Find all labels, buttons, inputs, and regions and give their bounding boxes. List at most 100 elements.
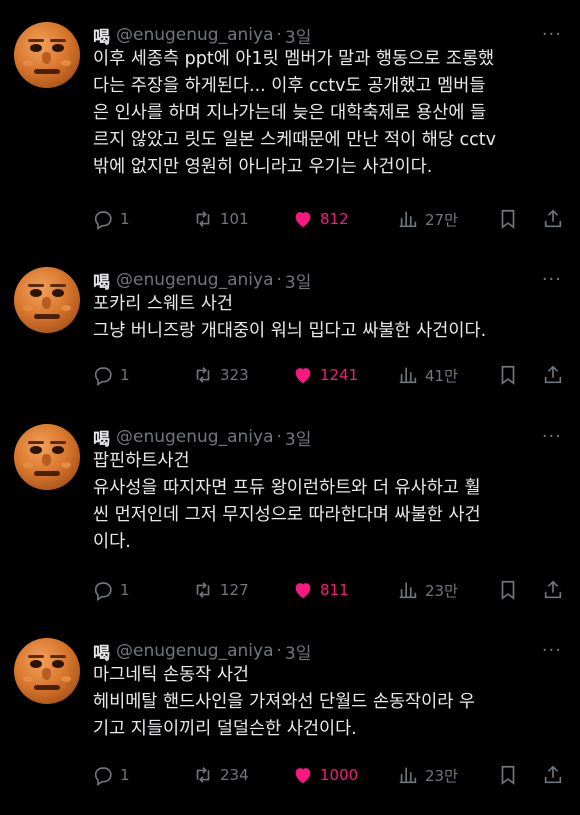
views-button[interactable]: 27만 bbox=[397, 208, 458, 230]
bookmark-button[interactable] bbox=[497, 579, 525, 601]
retweet-count: 127 bbox=[220, 581, 249, 599]
views-icon bbox=[399, 767, 417, 784]
share-button[interactable] bbox=[542, 208, 570, 230]
user-handle[interactable]: @enugenug_aniya bbox=[116, 641, 274, 661]
views-icon bbox=[399, 367, 417, 384]
views-button[interactable]: 41만 bbox=[397, 364, 458, 386]
like-button[interactable]: 811 bbox=[292, 579, 349, 601]
views-icon bbox=[399, 582, 417, 599]
like-count: 1241 bbox=[320, 366, 359, 384]
tweet-feed: 喝 @enugenug_aniya · 3일 ··· 이후 세종측 ppt에 아… bbox=[0, 0, 580, 815]
like-count: 1000 bbox=[320, 766, 359, 784]
reply-icon bbox=[94, 211, 112, 230]
retweet-icon bbox=[196, 211, 210, 227]
retweet-count: 234 bbox=[220, 766, 249, 784]
retweet-button[interactable]: 323 bbox=[192, 364, 249, 386]
timestamp[interactable]: 3일 bbox=[285, 639, 311, 664]
tweet-text-line: 은 인사를 하며 지나가는데 늦은 대학축제로 용산에 들 bbox=[93, 103, 487, 123]
view-count: 23만 bbox=[425, 766, 458, 785]
separator-dot: · bbox=[276, 270, 282, 290]
display-name[interactable]: 喝 bbox=[93, 268, 110, 293]
avatar[interactable] bbox=[14, 22, 80, 88]
tweet[interactable]: 喝 @enugenug_aniya · 3일 ··· 이후 세종측 ppt에 아… bbox=[0, 22, 580, 237]
tweet-text-line: 밖에 없지만 영원히 아니라고 우기는 사건이다. bbox=[93, 157, 433, 177]
tweet-text-line: 씬 먼저인데 그저 무지성으로 따라한다며 싸불한 사건 bbox=[93, 505, 481, 525]
reply-button[interactable]: 1 bbox=[92, 579, 130, 601]
tweet-text-line: 이다. bbox=[93, 532, 131, 552]
tweet-header: 喝 @enugenug_aniya · 3일 bbox=[93, 22, 311, 48]
reply-count: 1 bbox=[120, 366, 130, 384]
tweet-text-line: 팝핀하트사건 bbox=[93, 451, 190, 471]
more-icon[interactable]: ··· bbox=[542, 269, 562, 290]
tweet-text: 포카리 스웨트 사건 그냥 버니즈랑 개대중이 워늬 밉다고 싸불한 사건이다. bbox=[93, 291, 563, 345]
retweet-count: 101 bbox=[220, 210, 249, 228]
like-button[interactable]: 1241 bbox=[292, 364, 358, 386]
retweet-button[interactable]: 234 bbox=[192, 764, 249, 786]
like-button[interactable]: 812 bbox=[292, 208, 349, 230]
user-handle[interactable]: @enugenug_aniya bbox=[116, 25, 274, 45]
timestamp[interactable]: 3일 bbox=[285, 425, 311, 450]
tweet-text-line: 기고 지들이끼리 덜덜슨한 사건이다. bbox=[93, 719, 357, 739]
user-handle[interactable]: @enugenug_aniya bbox=[116, 270, 274, 290]
reply-icon bbox=[94, 767, 112, 786]
separator-dot: · bbox=[276, 641, 282, 661]
tweet-text: 마그네틱 손동작 사건 헤비메탈 핸드사인을 가져와선 단월드 손동작이라 우 … bbox=[93, 662, 563, 743]
display-name[interactable]: 喝 bbox=[93, 639, 110, 664]
display-name[interactable]: 喝 bbox=[93, 23, 110, 48]
like-count: 811 bbox=[320, 581, 349, 599]
share-button[interactable] bbox=[542, 364, 570, 386]
reply-button[interactable]: 1 bbox=[92, 364, 130, 386]
avatar[interactable] bbox=[14, 638, 80, 704]
tweet[interactable]: 喝 @enugenug_aniya · 3일 ··· 팝핀하트사건 유사성을 따… bbox=[0, 424, 580, 609]
reply-button[interactable]: 1 bbox=[92, 208, 130, 230]
reply-count: 1 bbox=[120, 766, 130, 784]
reply-button[interactable]: 1 bbox=[92, 764, 130, 786]
heart-filled-icon bbox=[295, 583, 311, 599]
bookmark-button[interactable] bbox=[497, 208, 525, 230]
bookmark-button[interactable] bbox=[497, 764, 525, 786]
like-button[interactable]: 1000 bbox=[292, 764, 358, 786]
bookmark-button[interactable] bbox=[497, 364, 525, 386]
tweet-text-line: 다는 주장을 하게된다... 이후 cctv도 공개했고 멤버들 bbox=[93, 76, 486, 96]
bookmark-icon bbox=[501, 365, 515, 385]
like-count: 812 bbox=[320, 210, 349, 228]
user-handle[interactable]: @enugenug_aniya bbox=[116, 427, 274, 447]
display-name[interactable]: 喝 bbox=[93, 425, 110, 450]
retweet-icon bbox=[196, 767, 210, 783]
timestamp[interactable]: 3일 bbox=[285, 268, 311, 293]
more-icon[interactable]: ··· bbox=[542, 640, 562, 661]
action-bar: 1 234 1000 23만 bbox=[92, 764, 572, 788]
tweet[interactable]: 喝 @enugenug_aniya · 3일 ··· 포카리 스웨트 사건 그냥… bbox=[0, 267, 580, 397]
share-button[interactable] bbox=[542, 764, 570, 786]
retweet-button[interactable]: 101 bbox=[192, 208, 249, 230]
share-icon bbox=[544, 365, 562, 384]
more-icon[interactable]: ··· bbox=[542, 426, 562, 447]
share-icon bbox=[544, 765, 562, 784]
tweet-text-line: 유사성을 따지자면 프듀 왕이런하트와 더 유사하고 훨 bbox=[93, 478, 481, 498]
tweet[interactable]: 喝 @enugenug_aniya · 3일 ··· 마그네틱 손동작 사건 헤… bbox=[0, 638, 580, 798]
tweet-text-line: 마그네틱 손동작 사건 bbox=[93, 665, 250, 685]
avatar[interactable] bbox=[14, 267, 80, 333]
retweet-button[interactable]: 127 bbox=[192, 579, 249, 601]
reply-icon bbox=[94, 367, 112, 386]
retweet-icon bbox=[196, 582, 210, 598]
view-count: 27만 bbox=[425, 210, 458, 229]
separator-dot: · bbox=[276, 25, 282, 45]
action-bar: 1 101 812 27만 bbox=[92, 208, 572, 232]
tweet-text-line: 헤비메탈 핸드사인을 가져와선 단월드 손동작이라 우 bbox=[93, 692, 476, 712]
separator-dot: · bbox=[276, 427, 282, 447]
timestamp[interactable]: 3일 bbox=[285, 23, 311, 48]
share-button[interactable] bbox=[542, 579, 570, 601]
more-icon[interactable]: ··· bbox=[542, 24, 562, 45]
share-icon bbox=[544, 209, 562, 228]
heart-filled-icon bbox=[295, 768, 311, 784]
views-button[interactable]: 23만 bbox=[397, 764, 458, 786]
bookmark-icon bbox=[501, 209, 515, 229]
avatar[interactable] bbox=[14, 424, 80, 490]
views-button[interactable]: 23만 bbox=[397, 579, 458, 601]
retweet-count: 323 bbox=[220, 366, 249, 384]
heart-filled-icon bbox=[295, 212, 311, 228]
retweet-icon bbox=[196, 367, 210, 383]
action-bar: 1 127 811 23만 bbox=[92, 579, 572, 603]
tweet-header: 喝 @enugenug_aniya · 3일 bbox=[93, 267, 311, 293]
